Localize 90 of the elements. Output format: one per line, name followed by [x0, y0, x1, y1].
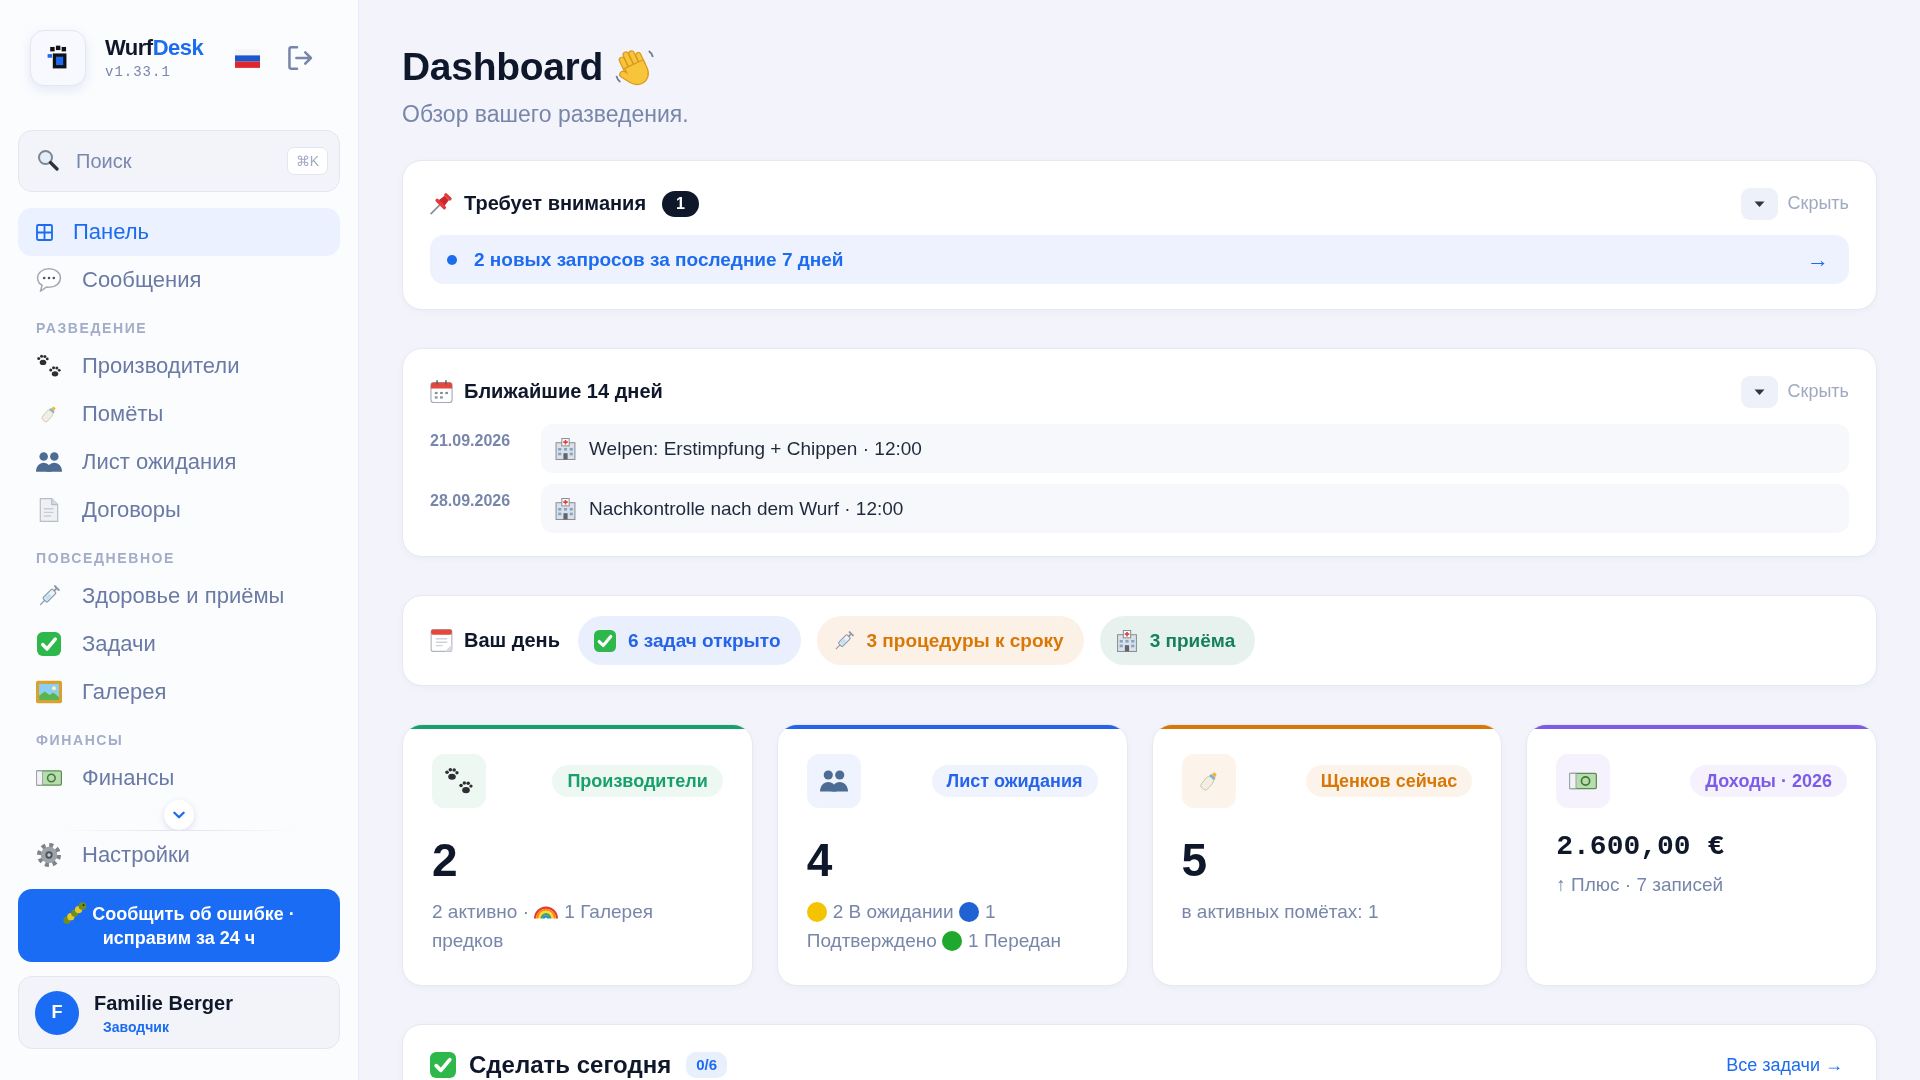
event-text: Nachkontrolle nach dem Wurf · 12:00	[589, 497, 904, 520]
status-chip[interactable]: 3 процедуры к сроку	[816, 616, 1084, 665]
calendar-icon	[430, 380, 453, 403]
stat-label: Щенков сейчас	[1305, 765, 1473, 797]
hide-button[interactable]: Скрыть	[1740, 187, 1849, 220]
nav-item[interactable]: Задачи	[18, 620, 340, 668]
rainbow-icon	[534, 906, 559, 919]
pushpin-icon	[430, 192, 453, 215]
stat-detail: 1 Передан	[968, 930, 1061, 951]
scroll-down-button[interactable]	[164, 800, 194, 830]
checkmark-icon	[594, 629, 616, 652]
stat-value: 2	[432, 833, 458, 887]
nav-item[interactable]: Производители	[18, 342, 340, 390]
gear-icon	[36, 843, 62, 867]
nav-section-heading: ПОВСЕДНЕВНОЕ	[35, 549, 177, 568]
progress-badge: 0/6	[686, 1052, 727, 1078]
card-title: Ваш день	[464, 629, 560, 652]
stat-value: 2.600,00 €	[1556, 830, 1725, 864]
two-people-icon	[806, 754, 861, 808]
status-chip[interactable]: 6 задач открыто	[578, 616, 801, 665]
event-date: 21.09.2026	[430, 431, 511, 450]
user-role: Заводчик	[103, 1018, 169, 1035]
status-chip[interactable]: 3 приёма	[1099, 616, 1256, 665]
caterpillar-icon	[63, 901, 88, 924]
alert-text: 2 новых запросов за последние 7 дней	[474, 248, 844, 271]
stat-detail: 2 активно ·	[432, 901, 529, 922]
speech-bubble-icon	[36, 268, 62, 292]
stat-detail: 1 Галерея	[564, 901, 653, 922]
nav-item[interactable]: Договоры	[18, 486, 340, 534]
nav-section-heading: РАЗВЕДЕНИЕ	[35, 319, 149, 338]
grid-icon	[36, 223, 53, 241]
nav-item[interactable]: Настройки	[18, 831, 340, 879]
caret-icon	[1740, 187, 1778, 220]
stat-label: Производители	[552, 765, 723, 797]
page-title: Dashboard	[402, 44, 603, 90]
hospital-icon	[555, 437, 576, 460]
search-icon	[38, 150, 59, 171]
card-title: Требует внимания	[464, 192, 647, 215]
stat-value: 4	[806, 833, 833, 887]
version-label: v1.33.1	[105, 63, 171, 81]
shortcut-hint: ⌘K	[286, 147, 328, 175]
stat-detail: ↑ Плюс · 7 записей	[1556, 874, 1724, 895]
page-subtitle: Обзор вашего разведения.	[402, 100, 689, 128]
nav-item[interactable]: Лист ожидания	[18, 438, 340, 486]
card-title: Ближайшие 14 дней	[464, 380, 663, 403]
logo-icon	[30, 30, 86, 86]
paw-prints-icon	[432, 754, 486, 808]
brand-name: WurfDesk	[105, 35, 204, 61]
hide-button[interactable]: Скрыть	[1740, 375, 1849, 408]
banknote-icon	[1556, 754, 1611, 808]
user-name: Familie Berger	[94, 990, 233, 1015]
logout-icon[interactable]	[288, 46, 314, 70]
avatar: F	[35, 990, 79, 1035]
nav-item[interactable]: Галерея	[18, 668, 340, 716]
tear-off-calendar-icon	[430, 629, 453, 652]
checkmark-icon	[36, 632, 62, 656]
nav-item[interactable]: Сообщения	[18, 256, 340, 304]
stat-value: 5	[1181, 833, 1208, 887]
todo-title: Сделать сегодня	[469, 1052, 672, 1078]
event-row[interactable]: Nachkontrolle nach dem Wurf · 12:00	[541, 484, 1849, 533]
hospital-icon	[555, 497, 576, 520]
flag-icon[interactable]	[235, 48, 261, 68]
chevron-down-icon	[173, 811, 185, 819]
nav-item[interactable]: Помёты	[18, 390, 340, 438]
caret-icon	[1740, 375, 1778, 408]
event-date: 28.09.2026	[430, 491, 511, 510]
stat-detail: 1	[984, 901, 996, 922]
event-row[interactable]: Welpen: Erstimpfung + Chippen · 12:00	[541, 424, 1849, 473]
alert-row[interactable]: 2 новых запросов за последние 7 дней →	[430, 235, 1849, 284]
stat-detail: предков	[432, 930, 504, 951]
framed-picture-icon	[36, 680, 62, 704]
two-people-icon	[36, 450, 62, 474]
nav-section-heading: ФИНАНСЫ	[35, 731, 125, 750]
stat-label: Доходы · 2026	[1690, 765, 1847, 797]
status-dot-icon	[447, 254, 457, 265]
stat-label: Лист ожидания	[931, 765, 1098, 797]
all-tasks-link[interactable]: Все задачи →	[1726, 1054, 1843, 1076]
count-badge: 1	[662, 190, 700, 217]
baby-bottle-icon	[1181, 754, 1236, 808]
nav-item[interactable]: Финансы	[18, 754, 340, 802]
arrow-link[interactable]: →	[1807, 247, 1829, 272]
stat-detail: 2 В ожидании	[832, 901, 954, 922]
stat-detail: Подтверждено	[806, 930, 937, 951]
nav-item[interactable]: Панель	[18, 208, 340, 256]
event-text: Welpen: Erstimpfung + Chippen · 12:00	[589, 437, 922, 460]
report-bug-button[interactable]: Сообщить об ошибке · исправим за 24 ч	[18, 889, 340, 962]
hospital-icon	[1115, 629, 1138, 652]
paw-prints-icon	[36, 354, 62, 378]
stat-detail: в активных помётах: 1	[1181, 901, 1379, 922]
nav-item[interactable]: Здоровье и приёмы	[18, 572, 340, 620]
